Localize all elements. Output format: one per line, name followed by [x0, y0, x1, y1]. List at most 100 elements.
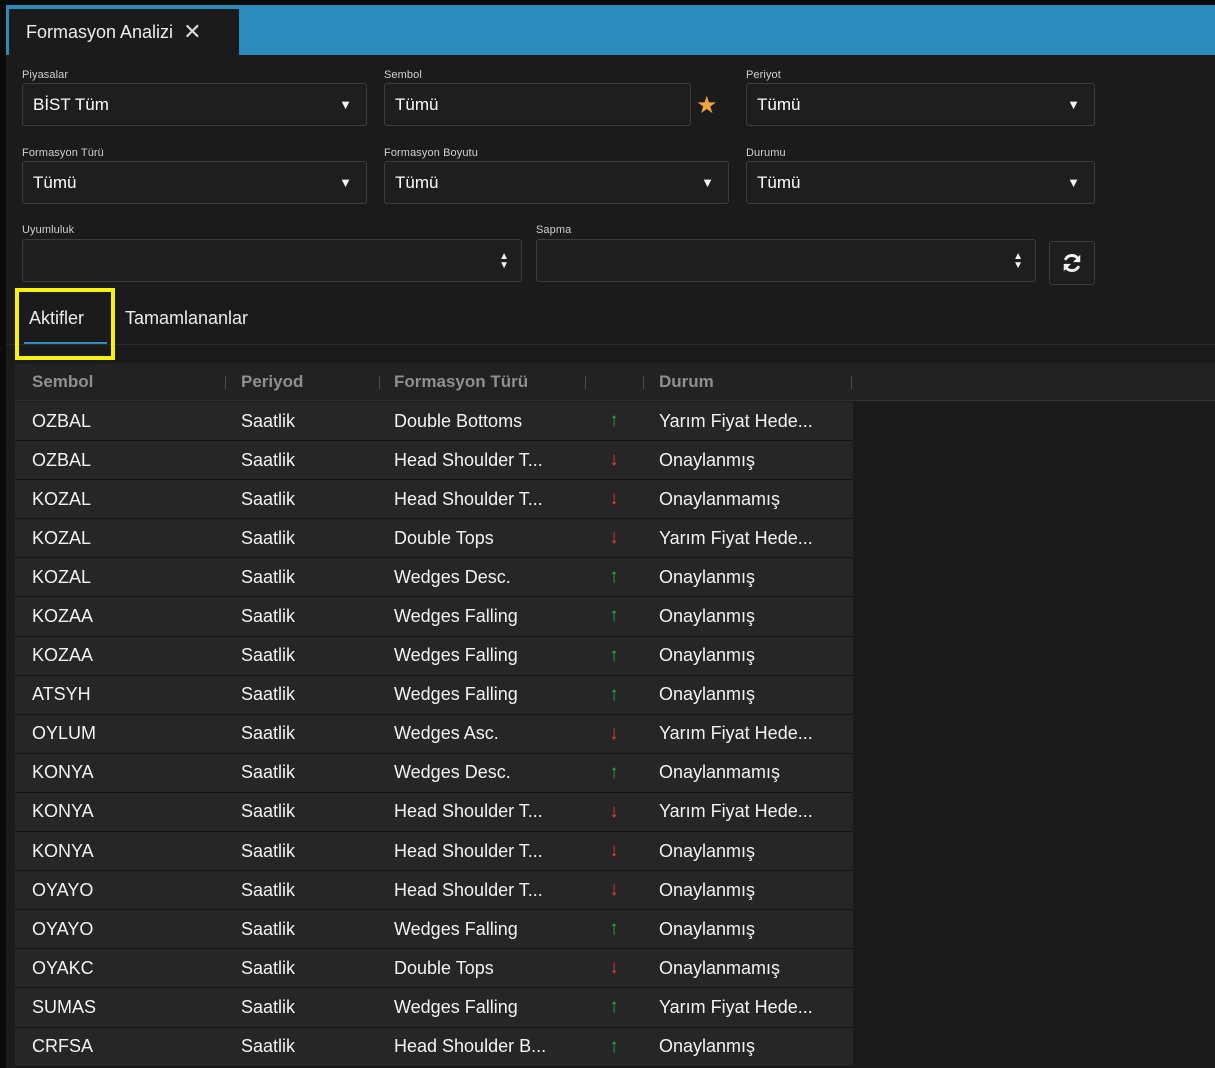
column-separator	[379, 376, 380, 389]
cell-periyod: Saatlik	[241, 527, 296, 548]
cell-durum: Onaylanmış	[659, 918, 756, 939]
highlight-box	[15, 288, 115, 360]
arrow-down-icon: ↓	[609, 840, 619, 862]
caret-down-icon: ▼	[339, 97, 352, 112]
cell-periyod: Saatlik	[241, 723, 296, 744]
cell-formasyon-turu: Head Shoulder B...	[394, 1036, 547, 1056]
cell-sembol: OZBAL	[32, 449, 92, 470]
cell-sembol: ATSYH	[32, 684, 91, 705]
table-row[interactable]: OYLUM Saatlik Wedges Asc. ↓ Yarım Fiyat Hede…	[15, 714, 853, 754]
table-row[interactable]: OZBAL Saatlik Head Shoulder T... ↓ Onaylanmı…	[15, 441, 853, 481]
table-row[interactable]: ATSYH Saatlik Wedges Falling ↑ Onaylanmış	[15, 675, 853, 715]
durumu-select[interactable]: Tümü ▼	[746, 161, 1095, 204]
cell-periyod: Saatlik	[241, 762, 296, 783]
cell-durum: Yarım Fiyat Hede...	[659, 410, 813, 431]
arrow-down-icon: ↓	[609, 449, 619, 471]
cell-sembol: KOZAL	[32, 488, 92, 509]
arrow-up-icon: ↑	[609, 566, 619, 588]
column-header-periyod[interactable]: Periyod	[241, 363, 303, 401]
uyumluluk-label: Uyumluluk	[22, 224, 75, 236]
cell-formasyon-turu: Head Shoulder T...	[394, 488, 543, 509]
formasyon-turu-value: Tümü	[33, 172, 77, 192]
cell-durum: Onaylanmış	[659, 684, 756, 705]
sembol-input[interactable]: Tümü	[384, 83, 691, 126]
cell-periyod: Saatlik	[241, 801, 296, 822]
cell-periyod: Saatlik	[241, 684, 296, 705]
formasyon-boyutu-label: Formasyon Boyutu	[384, 147, 478, 159]
table-row[interactable]: KONYA Saatlik Head Shoulder T... ↓ Onaylanmı…	[15, 832, 853, 872]
cell-sembol: OZBAL	[32, 410, 92, 431]
arrow-down-icon: ↓	[609, 722, 619, 744]
piyasalar-select[interactable]: BİST Tüm ▼	[22, 83, 367, 126]
cell-sembol: OYAYO	[32, 918, 94, 939]
cell-formasyon-turu: Wedges Asc.	[394, 723, 499, 744]
table-row[interactable]: SUMAS Saatlik Wedges Falling ↑ Yarım Fiyat H…	[15, 988, 853, 1028]
arrow-down-icon: ↓	[609, 879, 619, 901]
cell-periyod: Saatlik	[241, 566, 296, 587]
table-row[interactable]: OYAYO Saatlik Wedges Falling ↑ Onaylanmış	[15, 910, 853, 950]
cell-durum: Onaylanmış	[659, 645, 756, 666]
cell-durum: Onaylanmış	[659, 1036, 756, 1056]
cell-periyod: Saatlik	[241, 488, 296, 509]
divider	[6, 344, 1215, 345]
cell-periyod: Saatlik	[241, 410, 296, 431]
cell-formasyon-turu: Double Tops	[394, 527, 494, 548]
spinner-arrows-icon[interactable]: ▲ ▼	[1013, 251, 1023, 270]
close-icon[interactable]: ✕	[183, 21, 201, 43]
cell-formasyon-turu: Wedges Desc.	[394, 762, 511, 783]
cell-sembol: SUMAS	[32, 996, 97, 1017]
table-row[interactable]: OYAKC Saatlik Double Tops ↓ Onaylanmamış	[15, 949, 853, 989]
cell-formasyon-turu: Head Shoulder T...	[394, 801, 543, 822]
tab-formasyon-analizi[interactable]: Formasyon Analizi ✕	[9, 9, 239, 55]
cell-sembol: OYAYO	[32, 879, 94, 900]
cell-durum: Onaylanmış	[659, 566, 756, 587]
column-header-durum[interactable]: Durum	[659, 363, 714, 401]
caret-down-icon: ▼	[339, 175, 352, 190]
table-row[interactable]: CRFSA Saatlik Head Shoulder B... ↑ Onaylanmı…	[15, 1027, 853, 1067]
cell-durum: Onaylanmamış	[659, 957, 781, 978]
formasyon-turu-label: Formasyon Türü	[22, 147, 104, 159]
cell-periyod: Saatlik	[241, 605, 296, 626]
cell-periyod: Saatlik	[241, 879, 296, 900]
table-row[interactable]: KOZAL Saatlik Wedges Desc. ↑ Onaylanmış	[15, 558, 853, 598]
periyot-select[interactable]: Tümü ▼	[746, 83, 1095, 126]
table-row[interactable]: KOZAA Saatlik Wedges Falling ↑ Onaylanmış	[15, 597, 853, 637]
column-header-formasyon-turu[interactable]: Formasyon Türü	[394, 363, 528, 401]
refresh-button[interactable]	[1049, 241, 1095, 285]
table-row[interactable]: KOZAL Saatlik Head Shoulder T... ↓ Onaylanma…	[15, 480, 853, 520]
table-row[interactable]: KONYA Saatlik Head Shoulder T... ↓ Yarım Fiy…	[15, 792, 853, 833]
cell-sembol: KOZAL	[32, 566, 92, 587]
arrow-up-icon: ↑	[609, 918, 619, 940]
formasyon-boyutu-select[interactable]: Tümü ▼	[384, 161, 729, 204]
cell-sembol: KONYA	[32, 801, 94, 822]
star-icon[interactable]: ★	[696, 91, 718, 120]
caret-down-icon: ▼	[1067, 97, 1080, 112]
arrow-up-icon: ↑	[609, 761, 619, 783]
sembol-value: Tümü	[395, 94, 439, 114]
arrow-up-icon: ↑	[609, 410, 619, 431]
table-row[interactable]: KOZAL Saatlik Double Tops ↓ Yarım Fiyat Hede…	[15, 519, 853, 559]
durumu-label: Durumu	[746, 147, 786, 159]
cell-sembol: KOZAL	[32, 527, 92, 548]
table-row[interactable]: OYAYO Saatlik Head Shoulder T... ↓ Onaylanmı…	[15, 871, 853, 911]
table-row[interactable]: KOZAA Saatlik Wedges Falling ↑ Onaylanmış	[15, 636, 853, 676]
cell-durum: Onaylanmamış	[659, 762, 781, 783]
table-row[interactable]: OZBAL Saatlik Double Bottoms ↑ Yarım Fiyat H…	[15, 402, 853, 442]
cell-sembol: KONYA	[32, 840, 94, 861]
uyumluluk-input[interactable]: ▲ ▼	[22, 239, 522, 282]
formasyon-turu-select[interactable]: Tümü ▼	[22, 161, 367, 204]
column-header-sembol[interactable]: Sembol	[32, 363, 93, 401]
cell-durum: Onaylanmamış	[659, 488, 781, 509]
sapma-label: Sapma	[536, 224, 572, 236]
table-row[interactable]: KONYA Saatlik Wedges Desc. ↑ Onaylanmamış	[15, 753, 853, 793]
tab-tamamlananlar[interactable]: Tamamlananlar	[125, 308, 248, 329]
refresh-icon	[1063, 254, 1081, 272]
cell-periyod: Saatlik	[241, 645, 296, 666]
spinner-arrows-icon[interactable]: ▲ ▼	[499, 251, 509, 270]
cell-formasyon-turu: Double Tops	[394, 957, 494, 978]
column-separator	[643, 376, 644, 389]
sapma-input[interactable]: ▲ ▼	[536, 239, 1036, 282]
arrow-down-icon: ↓	[609, 527, 619, 549]
cell-sembol: KONYA	[32, 762, 94, 783]
cell-periyod: Saatlik	[241, 840, 296, 861]
